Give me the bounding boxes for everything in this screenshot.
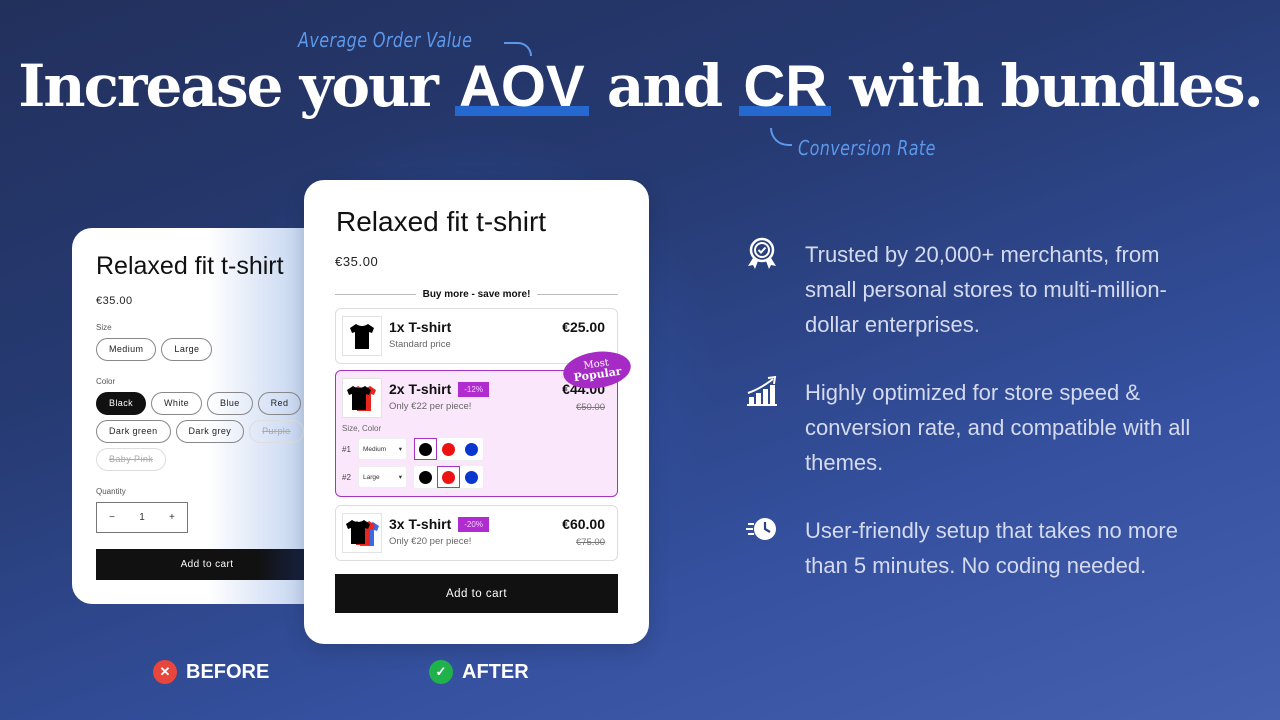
fast-clock-icon <box>744 513 780 549</box>
offer-name: 2x T-shirt <box>389 381 452 397</box>
bundle-offer-3x[interactable]: 3x T-shirt -20% Only €20 per piece! €60.0… <box>335 505 618 561</box>
tshirt-bundle-thumbnail <box>342 378 382 418</box>
swatch-black[interactable] <box>414 438 437 460</box>
color-option-black[interactable]: Black <box>96 392 147 415</box>
headline-highlight-aov: AOV <box>454 53 589 120</box>
headline: Increase your AOV and CR with bundles. <box>0 52 1280 120</box>
cr-annotation: Conversion Rate <box>798 136 936 160</box>
cr-annotation-arrow <box>770 128 792 146</box>
tshirt-icon <box>350 324 374 349</box>
chevron-down-icon: ▾ <box>398 474 402 481</box>
add-to-cart-button[interactable]: Add to cart <box>96 549 326 580</box>
offer-price: €25.00 <box>562 319 605 335</box>
growth-chart-icon <box>744 375 780 411</box>
offer-compare-price: €75.00 <box>575 537 605 548</box>
product-price: €35.00 <box>335 254 379 269</box>
feature-text: Trusted by 20,000+ merchants, from small… <box>805 242 1167 337</box>
swatch-black[interactable] <box>414 466 437 488</box>
before-label: ✕ BEFORE <box>153 660 269 684</box>
tshirt-stack-icon <box>346 520 379 546</box>
after-label: ✓ AFTER <box>429 660 529 684</box>
offer-name: 3x T-shirt <box>389 516 452 532</box>
check-circle-icon: ✓ <box>429 660 453 684</box>
feature-trusted: Trusted by 20,000+ merchants, from small… <box>744 237 1195 342</box>
discount-badge: -20% <box>458 516 489 532</box>
swatch-red[interactable] <box>437 438 460 460</box>
variants-label: Size, Color <box>342 424 382 433</box>
headline-part-1: Increase your <box>18 52 439 120</box>
aov-annotation: Average Order Value <box>298 28 473 52</box>
discount-badge: -12% <box>458 381 489 397</box>
variant-number: #1 <box>342 444 351 454</box>
swatch-blue[interactable] <box>460 466 483 488</box>
feature-setup: User-friendly setup that takes no more t… <box>744 513 1195 583</box>
offer-price: €60.00 <box>562 516 605 532</box>
x-circle-icon: ✕ <box>153 660 177 684</box>
color-option-dark-grey[interactable]: Dark grey <box>175 420 245 443</box>
variant-row-1: #1 Medium ▾ <box>342 437 605 461</box>
chevron-down-icon: ▾ <box>398 446 402 453</box>
offer-compare-price: €50.00 <box>575 402 605 413</box>
variant-number: #2 <box>342 472 351 482</box>
swatch-red[interactable] <box>437 466 460 488</box>
offer-subtitle: Only €20 per piece! <box>389 536 472 547</box>
feature-text: User-friendly setup that takes no more t… <box>805 518 1178 578</box>
add-to-cart-button[interactable]: Add to cart <box>335 574 618 613</box>
color-swatches <box>413 465 484 489</box>
feature-optimized: Highly optimized for store speed & conve… <box>744 375 1195 480</box>
size-option-large[interactable]: Large <box>161 338 213 361</box>
color-option-red[interactable]: Red <box>257 392 302 415</box>
tshirt-stack-icon <box>347 386 376 411</box>
variant-row-2: #2 Large ▾ <box>342 465 605 489</box>
quantity-value[interactable]: 1 <box>139 512 145 523</box>
offer-name: 1x T-shirt <box>389 319 452 335</box>
bundle-divider: Buy more - save more! <box>335 289 619 300</box>
offer-subtitle: Only €22 per piece! <box>389 401 472 412</box>
color-option-purple[interactable]: Purple <box>249 420 304 443</box>
headline-part-2: and <box>606 52 723 120</box>
quantity-stepper: − 1 + <box>96 502 188 533</box>
award-badge-icon <box>744 237 780 273</box>
size-select[interactable]: Medium ▾ <box>358 438 407 460</box>
color-swatches <box>413 437 484 461</box>
bundle-offer-1x[interactable]: 1x T-shirt Standard price €25.00 <box>335 308 618 364</box>
after-product-card: Relaxed fit t-shirt €35.00 Buy more - sa… <box>304 180 649 644</box>
headline-part-3: with bundles. <box>849 52 1263 120</box>
headline-highlight-cr: CR <box>739 53 831 120</box>
color-option-white[interactable]: White <box>151 392 203 415</box>
color-option-dark-green[interactable]: Dark green <box>96 420 171 443</box>
quantity-increase-button[interactable]: + <box>169 512 175 523</box>
feature-text: Highly optimized for store speed & conve… <box>805 380 1191 475</box>
quantity-decrease-button[interactable]: − <box>109 512 115 523</box>
tshirt-thumbnail <box>342 316 382 356</box>
bundle-heading: Buy more - save more! <box>422 289 531 300</box>
size-option-medium[interactable]: Medium <box>96 338 157 361</box>
color-option-baby-pink[interactable]: Baby Pink <box>96 448 167 471</box>
product-title: Relaxed fit t-shirt <box>336 206 547 237</box>
size-select[interactable]: Large ▾ <box>358 466 407 488</box>
tshirt-bundle-thumbnail <box>342 513 382 553</box>
offer-subtitle: Standard price <box>389 339 451 350</box>
bundle-offer-2x[interactable]: Most Popular 2x T-shirt -12% Only €22 per… <box>335 347 634 497</box>
swatch-blue[interactable] <box>460 438 483 460</box>
color-option-blue[interactable]: Blue <box>207 392 253 415</box>
